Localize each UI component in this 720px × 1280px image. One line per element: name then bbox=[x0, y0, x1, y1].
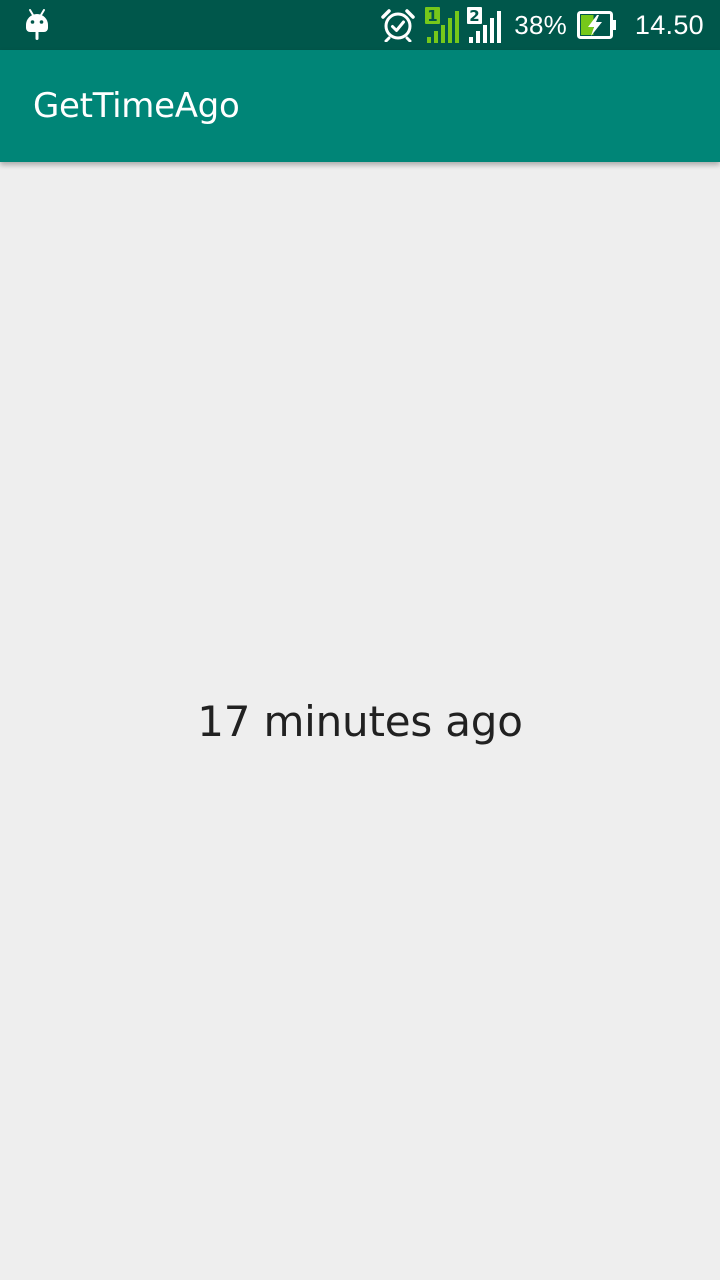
status-bar: 1 2 38% 14.50 bbox=[0, 0, 720, 50]
status-clock: 14.50 bbox=[634, 9, 704, 40]
android-debug-icon bbox=[22, 8, 52, 42]
sim2-signal-icon: 2 bbox=[467, 7, 502, 43]
battery-percent: 38% bbox=[514, 9, 567, 40]
status-icons: 1 2 38% 14.50 bbox=[380, 0, 704, 50]
battery-charging-icon bbox=[576, 11, 616, 39]
main-content: 17 minutes ago bbox=[0, 162, 720, 1280]
app-bar: GetTimeAgo bbox=[0, 50, 720, 162]
sim1-signal-icon: 1 bbox=[425, 7, 460, 43]
alarm-icon bbox=[381, 9, 416, 42]
app-title: GetTimeAgo bbox=[33, 86, 240, 126]
sim1-label: 1 bbox=[428, 7, 438, 25]
sim2-label: 2 bbox=[470, 7, 480, 25]
time-ago-text: 17 minutes ago bbox=[197, 697, 523, 746]
